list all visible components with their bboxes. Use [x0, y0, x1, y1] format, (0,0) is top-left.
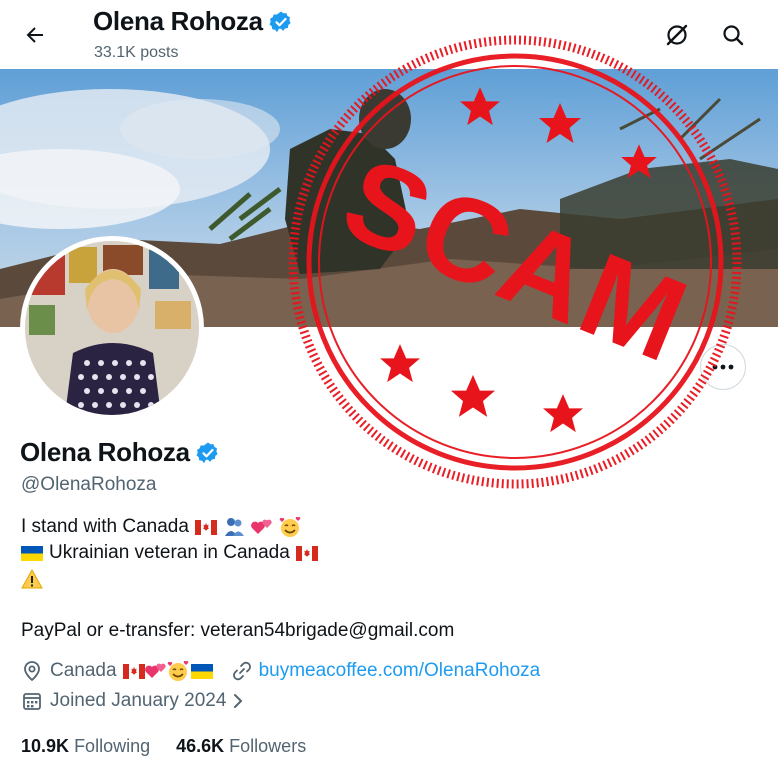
verified-badge-icon[interactable]	[196, 441, 220, 465]
chevron-right-icon[interactable]	[232, 692, 244, 710]
grok-button[interactable]	[660, 18, 694, 52]
location-text: Canada	[50, 660, 117, 681]
profile-meta-row: Canada buymeacoffee.com/OlenaRohoza	[21, 660, 540, 682]
joined-text[interactable]: Joined January 2024	[50, 690, 226, 712]
followers-link[interactable]: 46.6K Followers	[176, 736, 306, 757]
smiling-hearts-face-icon	[167, 661, 188, 681]
header-post-count: 33.1K posts	[94, 44, 179, 61]
two-hearts-icon	[144, 663, 166, 678]
bio-line-2: Ukrainian veteran in Canada	[21, 540, 454, 566]
following-count: 10.9K	[21, 736, 70, 756]
bio-line-4: PayPal or e-transfer: veteran54brigade@g…	[21, 618, 454, 644]
header-name-text: Olena Rohoza	[93, 6, 263, 36]
profile-name: Olena Rohoza	[20, 437, 220, 468]
verified-badge-icon	[269, 11, 291, 32]
calendar-icon	[23, 693, 41, 710]
profile-bio: I stand with Canada Ukrainian veteran in…	[21, 514, 454, 644]
grok-icon	[666, 24, 688, 46]
location-icon	[24, 661, 40, 682]
followers-count: 46.6K	[176, 736, 225, 756]
header-name: Olena Rohoza	[93, 6, 293, 37]
search-button[interactable]	[716, 18, 750, 52]
canada-flag-icon	[122, 663, 145, 679]
bio-line-3	[21, 566, 454, 592]
avatar-photo	[25, 241, 199, 415]
search-icon	[723, 25, 744, 46]
follow-stats: 10.9K Following 46.6K Followers	[21, 736, 306, 757]
ukraine-flag-icon	[190, 663, 213, 679]
bio-line-1: I stand with Canada	[21, 514, 454, 540]
website-link[interactable]: buymeacoffee.com/OlenaRohoza	[259, 660, 541, 682]
smiling-hearts-face-icon	[279, 517, 301, 537]
canada-flag-icon	[295, 545, 318, 561]
canada-flag-icon	[194, 519, 217, 535]
profile-avatar[interactable]	[20, 236, 204, 420]
profile-joined-row: Joined January 2024	[21, 690, 244, 712]
profile-handle: @OlenaRohoza	[21, 474, 157, 495]
following-label: Following	[74, 736, 151, 756]
more-icon	[712, 364, 734, 370]
followers-label: Followers	[229, 736, 307, 756]
link-icon	[232, 661, 251, 681]
profile-name-text: Olena Rohoza	[20, 437, 190, 467]
back-button[interactable]	[18, 18, 52, 52]
bio-line-2-text: Ukrainian veteran in Canada	[49, 542, 290, 563]
profile-header-bar: Olena Rohoza 33.1K posts	[0, 0, 778, 69]
bio-payment-text: PayPal or e-transfer: veteran54brigade@g…	[21, 620, 455, 641]
more-options-button[interactable]	[700, 344, 746, 390]
two-hearts-icon	[251, 519, 272, 534]
following-link[interactable]: 10.9K Following	[21, 736, 150, 757]
back-arrow-icon	[26, 27, 43, 43]
hug-people-icon	[224, 518, 244, 536]
ukraine-flag-icon	[21, 545, 43, 561]
bio-line-1-text: I stand with Canada	[21, 516, 189, 537]
warning-icon	[21, 568, 43, 589]
